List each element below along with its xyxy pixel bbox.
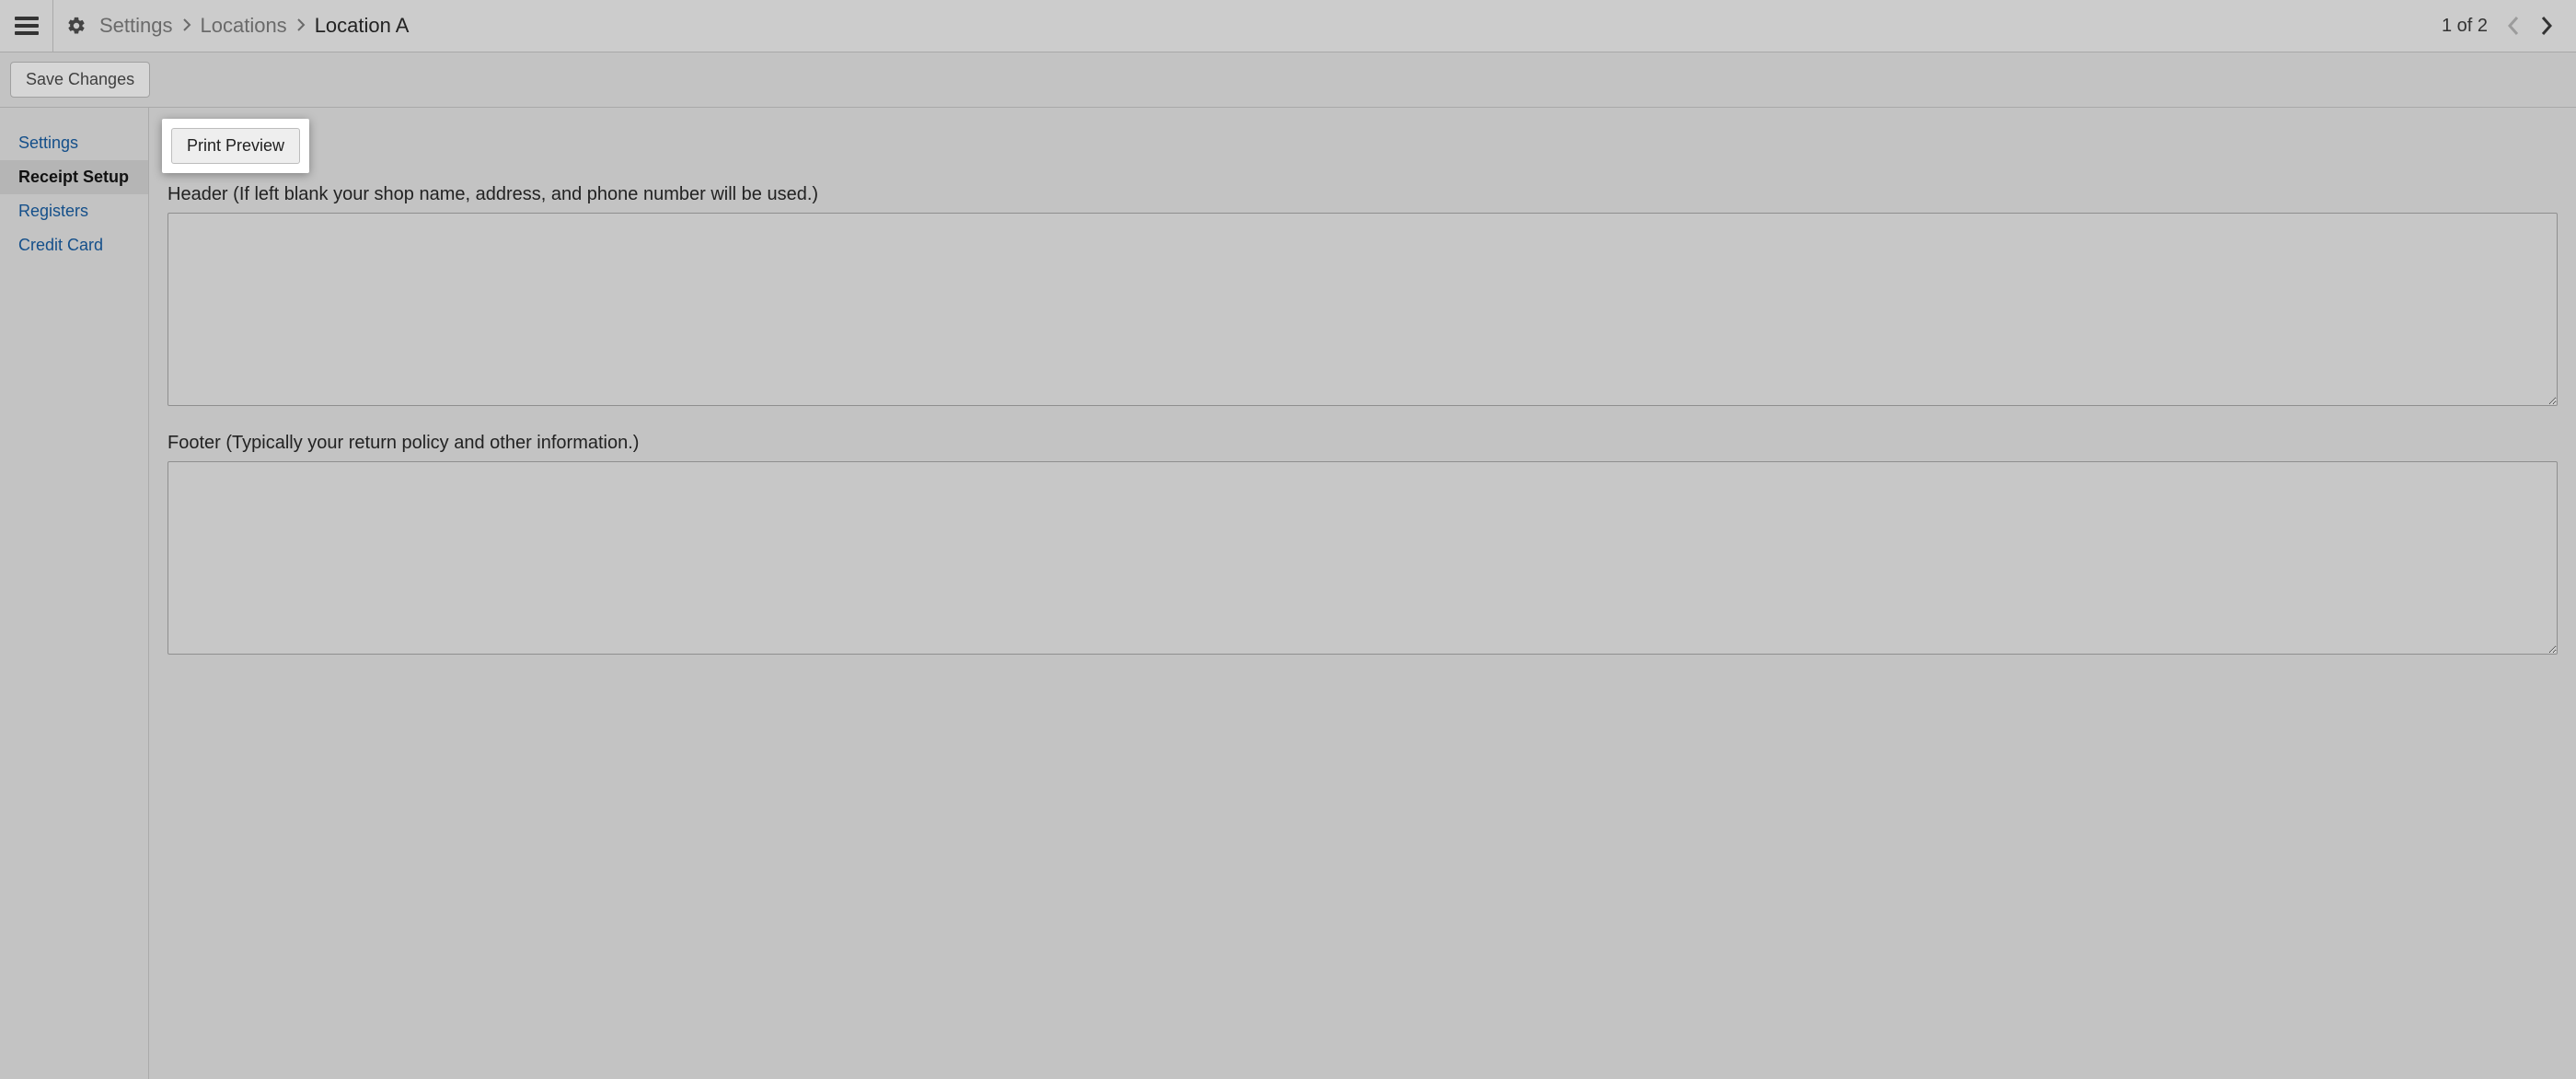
breadcrumb-locations[interactable]: Locations bbox=[201, 14, 287, 38]
body: Settings Receipt Setup Registers Credit … bbox=[0, 108, 2576, 1079]
print-preview-button[interactable]: Print Preview bbox=[171, 128, 300, 164]
gear-icon bbox=[66, 16, 87, 36]
pager-count: 1 of 2 bbox=[2442, 16, 2488, 37]
app-header: Settings Locations Location A 1 of 2 bbox=[0, 0, 2576, 52]
header-field-label: Header (If left blank your shop name, ad… bbox=[167, 184, 2558, 205]
save-changes-button[interactable]: Save Changes bbox=[10, 62, 150, 98]
breadcrumb-settings[interactable]: Settings bbox=[99, 14, 173, 38]
chevron-right-icon bbox=[2539, 15, 2554, 37]
menu-button[interactable] bbox=[0, 0, 53, 52]
sidebar-item-registers[interactable]: Registers bbox=[0, 194, 148, 228]
chevron-right-icon bbox=[177, 16, 197, 37]
main-content: Print Preview Header (If left blank your… bbox=[149, 108, 2576, 1079]
header-textarea[interactable] bbox=[167, 213, 2558, 406]
chevron-left-icon bbox=[2506, 15, 2521, 37]
print-preview-highlight: Print Preview bbox=[162, 119, 309, 173]
footer-field-label: Footer (Typically your return policy and… bbox=[167, 433, 2558, 454]
pager-prev-button[interactable] bbox=[2501, 13, 2526, 39]
breadcrumb: Settings Locations Location A bbox=[99, 14, 409, 38]
settings-icon-wrap bbox=[53, 16, 99, 36]
sidebar-item-receipt-setup[interactable]: Receipt Setup bbox=[0, 160, 148, 194]
pager: 1 of 2 bbox=[2442, 13, 2576, 39]
sidebar: Settings Receipt Setup Registers Credit … bbox=[0, 108, 149, 1079]
breadcrumb-current: Location A bbox=[315, 14, 410, 38]
pager-next-button[interactable] bbox=[2534, 13, 2559, 39]
footer-textarea[interactable] bbox=[167, 461, 2558, 655]
sidebar-item-settings[interactable]: Settings bbox=[0, 126, 148, 160]
hamburger-icon bbox=[15, 17, 39, 35]
chevron-right-icon bbox=[291, 16, 311, 37]
toolbar: Save Changes bbox=[0, 52, 2576, 108]
sidebar-item-credit-card[interactable]: Credit Card bbox=[0, 228, 148, 262]
